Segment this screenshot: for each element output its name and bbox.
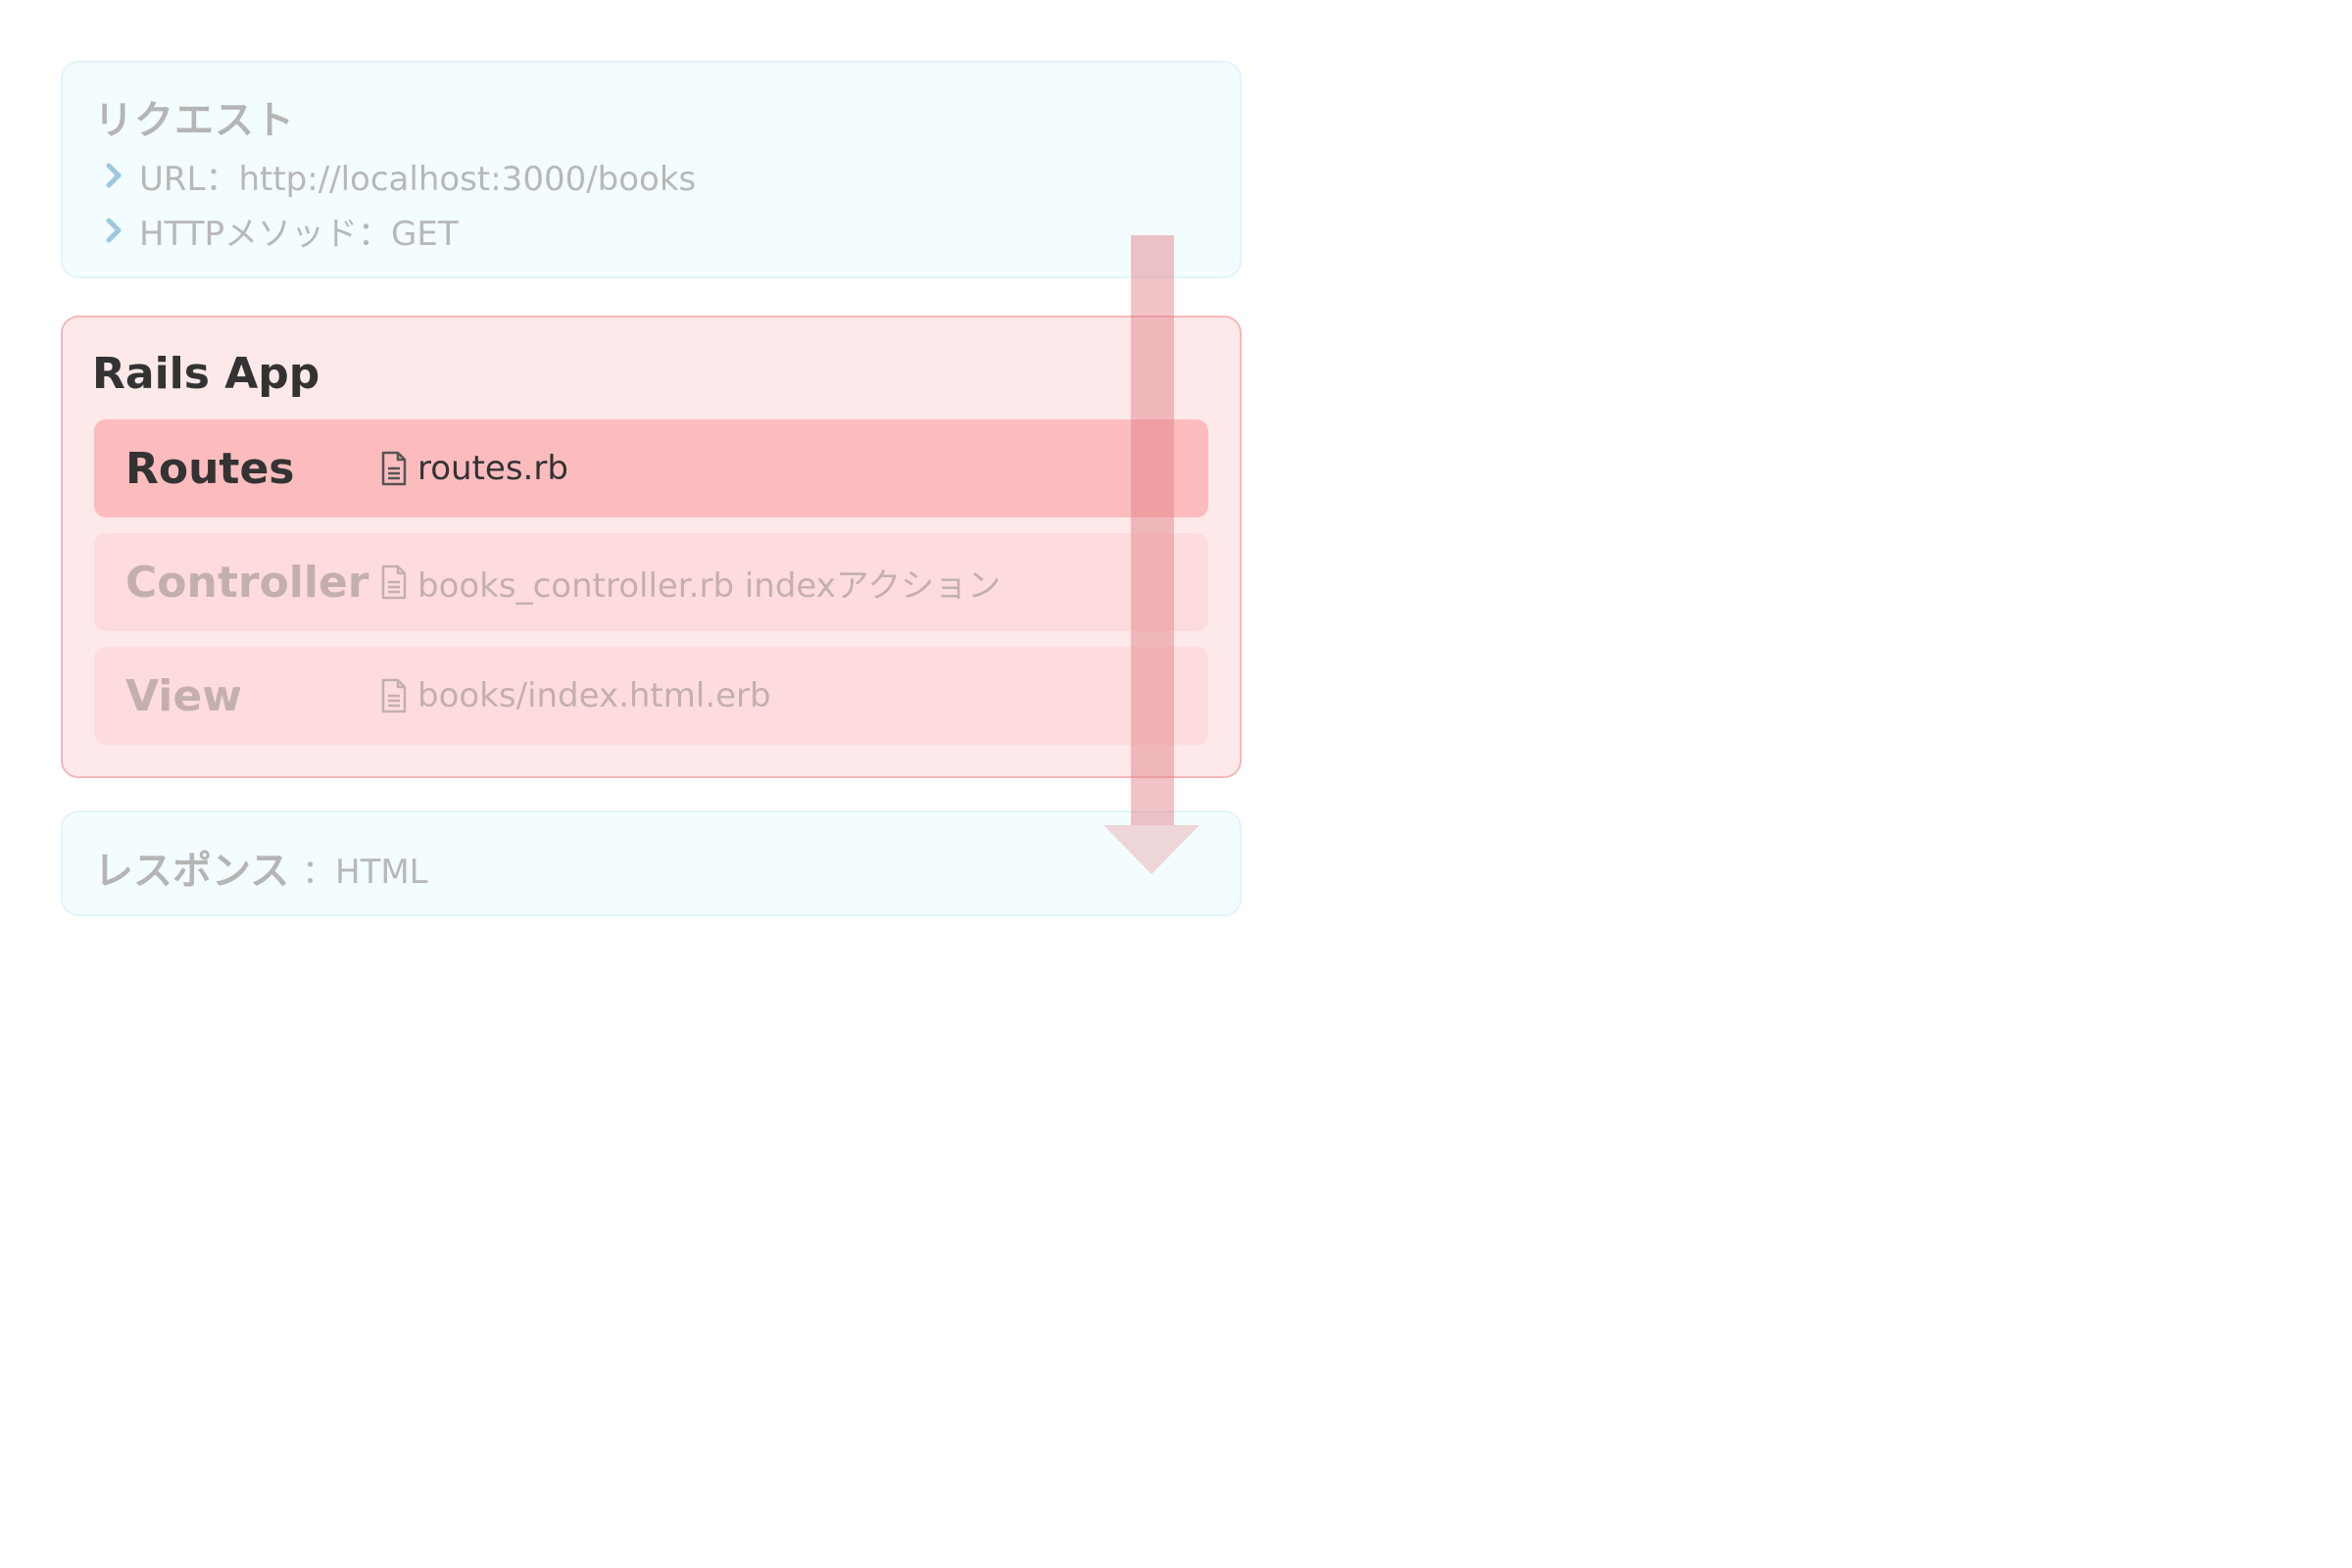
chevron-right-icon xyxy=(106,218,122,243)
component-file-name: routes.rb xyxy=(417,449,568,488)
response-box: レスポンス ：HTML xyxy=(61,810,1242,916)
file-icon xyxy=(381,678,407,713)
response-value: ：HTML xyxy=(302,853,428,892)
request-box: リクエスト URL：http://localhost:3000/books HT… xyxy=(61,61,1242,278)
component-file-name: books_controller.rb indexアクション xyxy=(417,565,1002,606)
component-label: View xyxy=(125,670,242,721)
component-routes: Routes routes.rb xyxy=(94,419,1208,517)
request-title: リクエスト xyxy=(94,98,295,143)
rails-app-title: Rails App xyxy=(92,349,320,399)
component-view: View books/index.html.erb xyxy=(94,647,1208,745)
request-item-method: HTTPメソッド：GET xyxy=(104,206,459,255)
request-item-text: HTTPメソッド：GET xyxy=(139,214,459,254)
component-file: routes.rb xyxy=(380,449,568,488)
component-controller: Controller books_controller.rb indexアクショ… xyxy=(94,533,1208,631)
chevron-right-icon xyxy=(106,163,122,188)
response-title: レスポンス xyxy=(94,849,290,894)
rails-app-box: Rails App Routes routes.rb Controller bo… xyxy=(61,316,1242,778)
file-icon xyxy=(381,564,407,600)
request-item-text: URL：http://localhost:3000/books xyxy=(139,159,697,199)
diagram-canvas: リクエスト URL：http://localhost:3000/books HT… xyxy=(0,0,2352,1568)
component-file: books/index.html.erb xyxy=(380,676,771,715)
component-label: Routes xyxy=(125,443,295,494)
component-file: books_controller.rb indexアクション xyxy=(380,559,1001,607)
component-label: Controller xyxy=(125,557,369,608)
request-item-url: URL：http://localhost:3000/books xyxy=(104,151,696,200)
file-icon xyxy=(381,451,407,486)
component-file-name: books/index.html.erb xyxy=(417,676,771,715)
